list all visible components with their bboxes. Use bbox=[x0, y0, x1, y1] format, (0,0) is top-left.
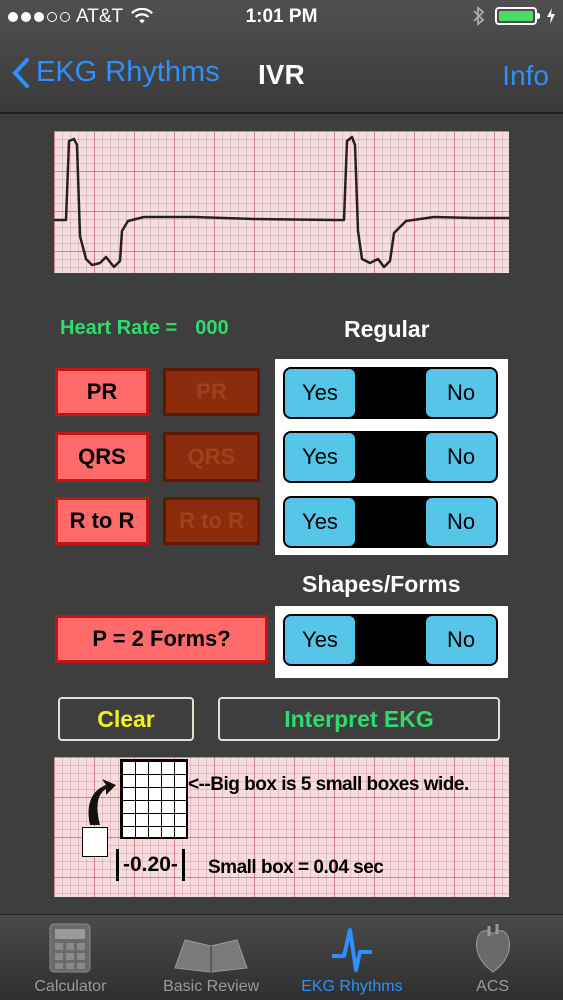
ekg-strip-image bbox=[54, 131, 509, 273]
qrs-button[interactable]: QRS bbox=[55, 432, 149, 482]
tab-bar: Calculator Basic Review EKG Rhythms ACS bbox=[0, 914, 563, 1000]
back-button-label: EKG Rhythms bbox=[36, 56, 220, 88]
p-forms-no-option[interactable]: No bbox=[426, 616, 496, 664]
tab-ekg-rhythms[interactable]: EKG Rhythms bbox=[282, 915, 423, 1000]
tab-ekg-rhythms-label: EKG Rhythms bbox=[301, 978, 403, 995]
app-screen: AT&T 1:01 PM EKG Rhythms IVR Info Heart … bbox=[0, 0, 563, 1000]
heart-rate: Heart Rate = 000 bbox=[60, 317, 229, 340]
tab-acs[interactable]: ACS bbox=[422, 915, 563, 1000]
r-to-r-regular-toggle[interactable]: Yes No bbox=[283, 496, 498, 548]
clear-button[interactable]: Clear bbox=[58, 697, 194, 741]
pr-button[interactable]: PR bbox=[55, 368, 149, 416]
tab-basic-review-label: Basic Review bbox=[163, 978, 260, 995]
r-to-r-secondary-button[interactable]: R to R bbox=[163, 497, 260, 545]
curved-arrow-icon bbox=[88, 779, 116, 825]
regular-section-title: Regular bbox=[344, 316, 430, 342]
bluetooth-icon bbox=[473, 6, 485, 26]
back-button[interactable]: EKG Rhythms bbox=[12, 56, 220, 89]
tab-calculator[interactable]: Calculator bbox=[0, 915, 141, 1000]
big-box-description: <--Big box is 5 small boxes wide. bbox=[188, 774, 469, 795]
small-box-diagram bbox=[82, 827, 108, 857]
small-box-description: Small box = 0.04 sec bbox=[208, 857, 384, 878]
regular-toggle-panel: Yes No Yes No Yes No bbox=[275, 359, 508, 555]
r-to-r-button[interactable]: R to R bbox=[55, 497, 149, 545]
ekg-grid-legend: <--Big box is 5 small boxes wide. -0.20-… bbox=[54, 757, 509, 897]
r-to-r-no-option[interactable]: No bbox=[426, 498, 496, 546]
pr-yes-option[interactable]: Yes bbox=[285, 369, 355, 417]
qrs-no-option[interactable]: No bbox=[426, 433, 496, 481]
heart-icon bbox=[475, 924, 510, 973]
p-forms-yes-option[interactable]: Yes bbox=[285, 616, 355, 664]
info-button[interactable]: Info bbox=[502, 60, 549, 92]
status-bar: AT&T 1:01 PM bbox=[0, 0, 563, 36]
ekg-wave-icon bbox=[331, 928, 372, 972]
p-forms-toggle[interactable]: Yes No bbox=[283, 614, 498, 666]
pr-regular-toggle[interactable]: Yes No bbox=[283, 367, 498, 419]
pr-no-option[interactable]: No bbox=[426, 369, 496, 417]
status-right bbox=[473, 6, 555, 26]
tab-basic-review[interactable]: Basic Review bbox=[141, 915, 282, 1000]
navigation-bar: EKG Rhythms IVR Info bbox=[0, 50, 563, 100]
duration-value: 0.20 bbox=[130, 853, 171, 876]
qrs-yes-option[interactable]: Yes bbox=[285, 433, 355, 481]
p-forms-button[interactable]: P = 2 Forms? bbox=[55, 615, 268, 663]
heart-rate-label: Heart Rate = bbox=[60, 317, 178, 339]
qrs-secondary-button[interactable]: QRS bbox=[163, 432, 260, 482]
big-box-diagram bbox=[120, 759, 188, 839]
qrs-regular-toggle[interactable]: Yes No bbox=[283, 431, 498, 483]
header: AT&T 1:01 PM EKG Rhythms IVR Info bbox=[0, 0, 563, 114]
calculator-icon bbox=[49, 923, 91, 973]
book-icon bbox=[174, 939, 248, 973]
heart-rate-value: 000 bbox=[195, 317, 229, 339]
ekg-waveform bbox=[54, 135, 509, 269]
pr-secondary-button[interactable]: PR bbox=[163, 368, 260, 416]
tab-calculator-label: Calculator bbox=[34, 978, 107, 995]
r-to-r-yes-option[interactable]: Yes bbox=[285, 498, 355, 546]
charging-icon bbox=[547, 8, 555, 24]
duration-marker: -0.20- bbox=[116, 849, 185, 881]
shapes-section-title: Shapes/Forms bbox=[302, 571, 461, 597]
battery-icon bbox=[495, 7, 540, 25]
page-title: IVR bbox=[258, 59, 305, 90]
tab-acs-label: ACS bbox=[476, 978, 510, 995]
chevron-left-icon bbox=[12, 57, 29, 88]
interpret-ekg-button[interactable]: Interpret EKG bbox=[218, 697, 500, 741]
shapes-toggle-panel: Yes No bbox=[275, 606, 508, 678]
